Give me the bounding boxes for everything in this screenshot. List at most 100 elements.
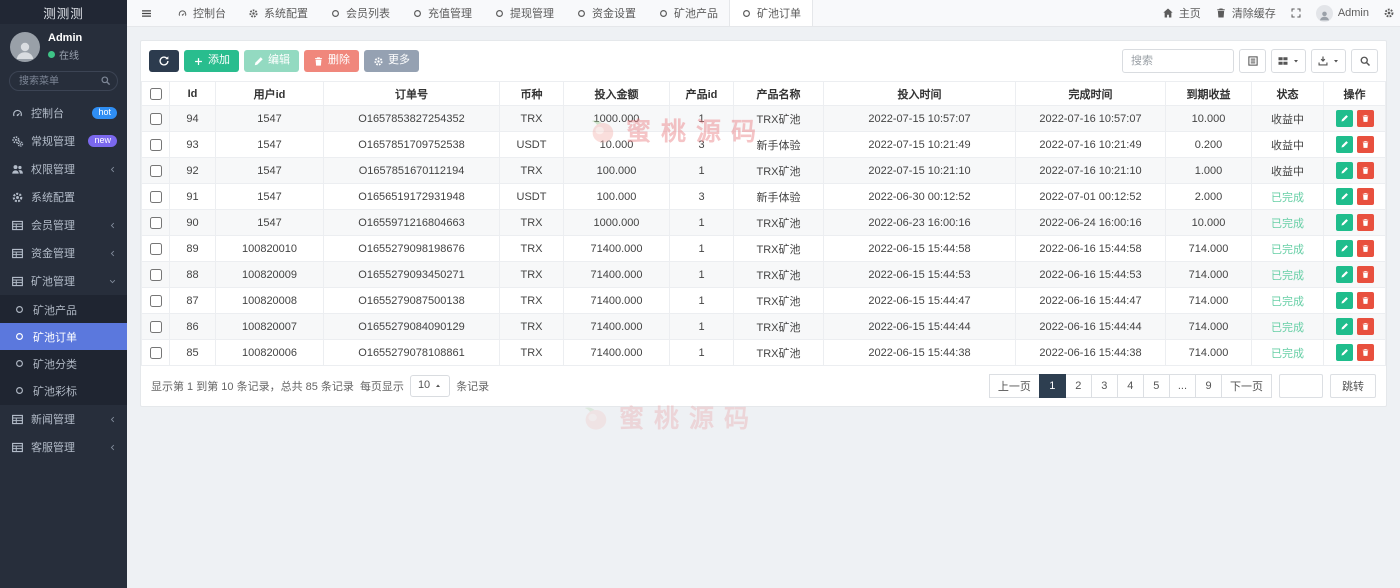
clear-cache-link[interactable]: 清除缓存 xyxy=(1215,5,1276,21)
sidebar-item-mining-products[interactable]: 矿池产品 xyxy=(0,296,127,323)
row-edit-button[interactable] xyxy=(1336,188,1353,205)
row-edit-button[interactable] xyxy=(1336,318,1353,335)
row-edit-button[interactable] xyxy=(1336,292,1353,309)
tab-mining-orders[interactable]: 矿池订单 xyxy=(729,0,813,26)
chevron-down-icon xyxy=(108,277,117,286)
row-edit-button[interactable] xyxy=(1336,240,1353,257)
row-delete-button[interactable] xyxy=(1357,240,1374,257)
tab-dashboard[interactable]: 控制台 xyxy=(166,0,237,26)
pencil-icon xyxy=(1340,244,1349,253)
tab-funds-settings[interactable]: 资金设置 xyxy=(565,0,647,26)
row-checkbox[interactable] xyxy=(150,321,162,333)
sidebar-item-dashboard[interactable]: 控制台hot xyxy=(0,99,127,127)
column-header[interactable]: 产品id xyxy=(670,82,734,106)
row-edit-button[interactable] xyxy=(1336,136,1353,153)
row-edit-button[interactable] xyxy=(1336,266,1353,283)
next-page-button[interactable]: 下一页 xyxy=(1221,374,1272,398)
fullscreen-button[interactable] xyxy=(1290,7,1302,19)
menu-toggle-icon[interactable] xyxy=(127,7,166,20)
column-header[interactable]: 用户id xyxy=(216,82,324,106)
row-delete-button[interactable] xyxy=(1357,162,1374,179)
row-delete-button[interactable] xyxy=(1357,136,1374,153)
column-header[interactable]: 操作 xyxy=(1324,82,1386,106)
sidebar-item-mining-labels[interactable]: 矿池彩标 xyxy=(0,377,127,404)
export-button[interactable] xyxy=(1311,49,1346,73)
tab-withdraw[interactable]: 提现管理 xyxy=(483,0,565,26)
row-edit-button[interactable] xyxy=(1336,110,1353,127)
row-checkbox[interactable] xyxy=(150,165,162,177)
column-header[interactable]: 投入金额 xyxy=(564,82,670,106)
settings-button[interactable] xyxy=(1383,7,1395,19)
user-menu[interactable]: Admin xyxy=(1316,5,1369,22)
column-header[interactable]: 产品名称 xyxy=(734,82,824,106)
edit-button-toolbar[interactable]: 编辑 xyxy=(244,50,299,72)
sidebar-item-mining-orders[interactable]: 矿池订单 xyxy=(0,323,127,350)
row-checkbox[interactable] xyxy=(150,269,162,281)
column-header[interactable]: Id xyxy=(170,82,216,106)
page-jump-button[interactable]: 跳转 xyxy=(1330,374,1376,398)
row-checkbox[interactable] xyxy=(150,139,162,151)
page-button-3[interactable]: 3 xyxy=(1091,374,1118,398)
sidebar-item-news[interactable]: 新闻管理 xyxy=(0,405,127,433)
tab-recharge[interactable]: 充值管理 xyxy=(401,0,483,26)
page-button-5[interactable]: 5 xyxy=(1143,374,1170,398)
columns-button[interactable] xyxy=(1271,49,1306,73)
circle-icon xyxy=(576,8,587,19)
card-view-button[interactable] xyxy=(1239,49,1266,73)
row-delete-button[interactable] xyxy=(1357,344,1374,361)
add-button[interactable]: 添加 xyxy=(184,50,239,72)
trash-icon xyxy=(1215,7,1227,19)
sidebar-item-members[interactable]: 会员管理 xyxy=(0,211,127,239)
select-all-checkbox[interactable] xyxy=(150,88,162,100)
column-header[interactable]: 币种 xyxy=(500,82,564,106)
column-header[interactable]: 完成时间 xyxy=(1016,82,1166,106)
page-button-4[interactable]: 4 xyxy=(1117,374,1144,398)
row-edit-button[interactable] xyxy=(1336,214,1353,231)
chevron-left-icon xyxy=(108,249,117,258)
sidebar-item-funds[interactable]: 资金管理 xyxy=(0,239,127,267)
sidebar-item-mining[interactable]: 矿池管理 xyxy=(0,267,127,295)
row-delete-button[interactable] xyxy=(1357,318,1374,335)
row-delete-button[interactable] xyxy=(1357,292,1374,309)
tab-system-config[interactable]: 系统配置 xyxy=(237,0,319,26)
row-delete-button[interactable] xyxy=(1357,214,1374,231)
tab-mining-products[interactable]: 矿池产品 xyxy=(647,0,729,26)
search-button[interactable] xyxy=(1351,49,1378,73)
column-header[interactable]: 订单号 xyxy=(324,82,500,106)
cell-actions xyxy=(1324,236,1386,262)
row-edit-button[interactable] xyxy=(1336,162,1353,179)
delete-button-toolbar[interactable]: 删除 xyxy=(304,50,359,72)
row-edit-button[interactable] xyxy=(1336,344,1353,361)
sidebar-item-mining-categories[interactable]: 矿池分类 xyxy=(0,350,127,377)
more-button[interactable]: 更多 xyxy=(364,50,419,72)
column-header[interactable]: 投入时间 xyxy=(824,82,1016,106)
table-search-input[interactable] xyxy=(1122,49,1234,73)
page-button-9[interactable]: 9 xyxy=(1195,374,1222,398)
per-page-select[interactable]: 10 xyxy=(410,375,450,397)
row-checkbox[interactable] xyxy=(150,295,162,307)
user-panel[interactable]: Admin 在线 xyxy=(0,24,127,68)
row-delete-button[interactable] xyxy=(1357,188,1374,205)
sidebar-item-support[interactable]: 客服管理 xyxy=(0,433,127,461)
sidebar-item-system-config[interactable]: 系统配置 xyxy=(0,183,127,211)
page-button-1[interactable]: 1 xyxy=(1039,374,1066,398)
tab-member-list[interactable]: 会员列表 xyxy=(319,0,401,26)
row-delete-button[interactable] xyxy=(1357,110,1374,127)
row-checkbox[interactable] xyxy=(150,217,162,229)
prev-page-button[interactable]: 上一页 xyxy=(989,374,1040,398)
row-checkbox[interactable] xyxy=(150,347,162,359)
row-delete-button[interactable] xyxy=(1357,266,1374,283)
row-checkbox[interactable] xyxy=(150,243,162,255)
refresh-button[interactable] xyxy=(149,50,179,72)
column-header[interactable]: 状态 xyxy=(1252,82,1324,106)
row-checkbox[interactable] xyxy=(150,113,162,125)
home-link[interactable]: 主页 xyxy=(1162,5,1201,21)
column-header[interactable]: 到期收益 xyxy=(1166,82,1252,106)
page-jump-input[interactable] xyxy=(1279,374,1323,398)
sidebar-item-general[interactable]: 常规管理new xyxy=(0,127,127,155)
cell-pid: 1 xyxy=(670,262,734,288)
sidebar-item-permissions[interactable]: 权限管理 xyxy=(0,155,127,183)
cell-status: 已完成 xyxy=(1252,288,1324,314)
page-button-2[interactable]: 2 xyxy=(1065,374,1092,398)
row-checkbox[interactable] xyxy=(150,191,162,203)
